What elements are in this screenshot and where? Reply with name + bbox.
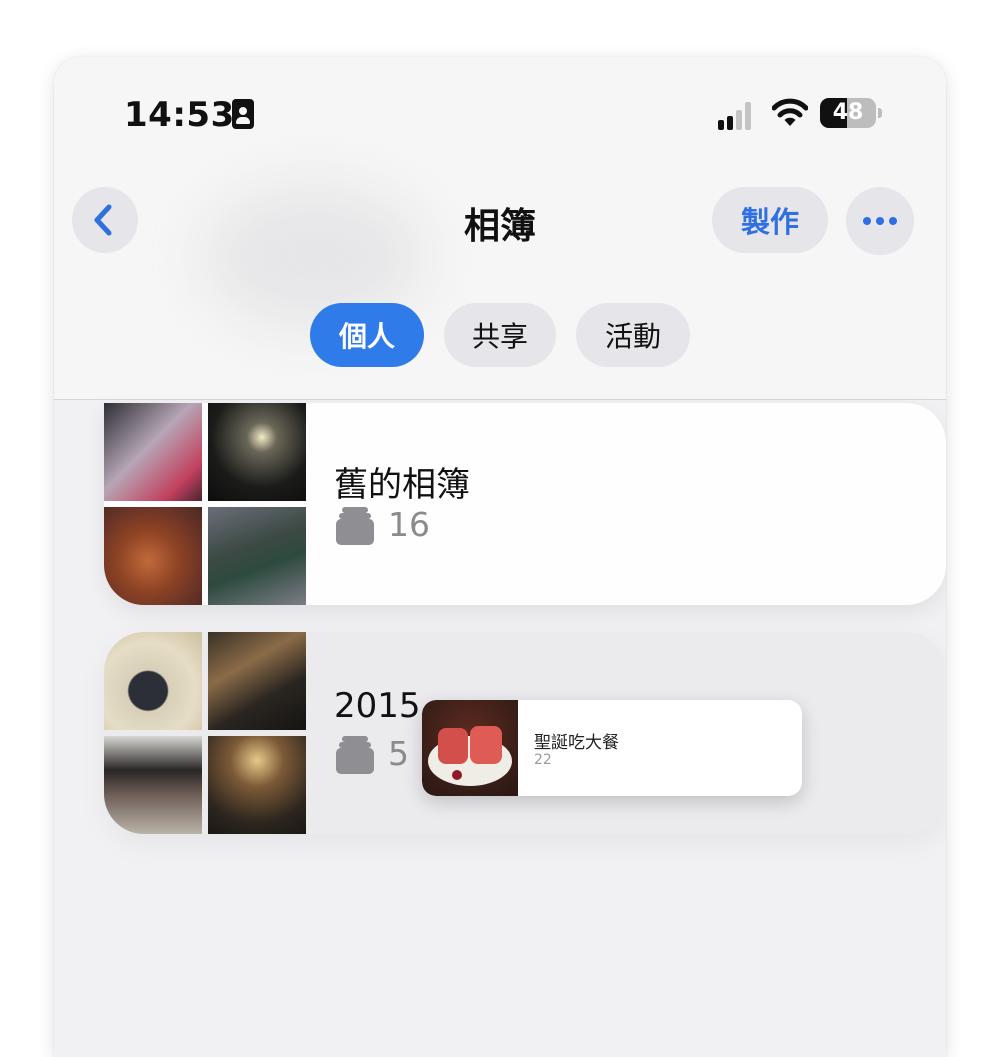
- album-row[interactable]: 舊的相簿 16: [104, 403, 946, 605]
- battery-level: 48: [832, 100, 864, 125]
- album-thumbnail: [104, 403, 202, 501]
- album-thumbnail: [104, 736, 202, 834]
- cellular-signal-icon: [718, 100, 758, 130]
- album-thumbnail-grid: [104, 632, 306, 834]
- dragged-album-name: 聖誕吃大餐: [534, 733, 619, 753]
- album-thumbnail: [208, 507, 306, 605]
- album-name: 舊的相簿: [334, 465, 470, 505]
- id-card-icon: [232, 99, 254, 129]
- battery-icon: 48: [820, 98, 882, 128]
- album-count: 5: [388, 734, 409, 773]
- make-button[interactable]: 製作: [712, 187, 828, 253]
- tab-shared[interactable]: 共享: [444, 303, 556, 367]
- album-thumbnail: [208, 736, 306, 834]
- dragged-album-count: 22: [534, 752, 552, 768]
- album-thumbnail-grid: [104, 403, 306, 605]
- wifi-icon: [772, 98, 808, 126]
- tab-activity[interactable]: 活動: [576, 303, 690, 367]
- album-thumbnail: [208, 403, 306, 501]
- ellipsis-icon: [863, 217, 897, 225]
- album-thumbnail: [208, 632, 306, 730]
- album-name: 2015: [334, 686, 421, 726]
- album-count: 16: [388, 505, 430, 544]
- photo-stack-icon: [336, 507, 374, 545]
- more-button[interactable]: [846, 187, 914, 255]
- album-thumbnail: [104, 632, 202, 730]
- album-thumbnail: [104, 507, 202, 605]
- phone-screen: 14:53 48 相簿 製作 個人 共享 活動 舊的相簿 16 2015 5 聖…: [54, 57, 946, 1057]
- navigation-header: 14:53 48 相簿 製作 個人 共享 活動: [54, 57, 946, 400]
- photo-stack-icon: [336, 736, 374, 774]
- status-time: 14:53: [124, 95, 235, 135]
- dragged-album-thumbnail: [422, 700, 518, 796]
- tab-personal[interactable]: 個人: [310, 303, 424, 367]
- dragged-album-preview[interactable]: 聖誕吃大餐 22: [422, 700, 802, 796]
